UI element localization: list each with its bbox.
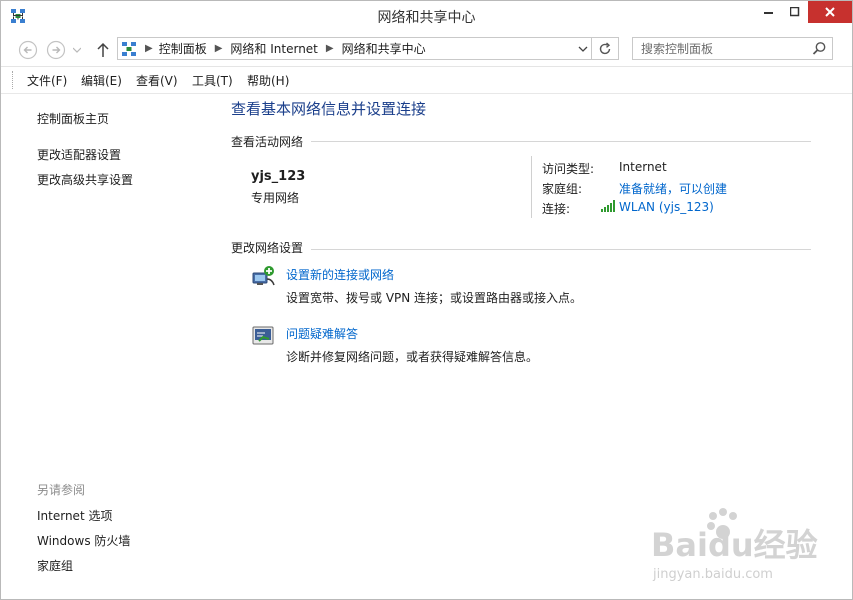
page-title: 查看基本网络信息并设置连接: [231, 100, 427, 118]
chevron-down-icon: [73, 47, 81, 53]
search-icon[interactable]: [812, 41, 827, 56]
network-name: yjs_123: [251, 169, 306, 184]
left-navigation-pane: 控制面板主页 更改适配器设置 更改高级共享设置 另请参阅 Internet 选项…: [1, 94, 219, 599]
address-row: ▶ 控制面板 ▶ 网络和 Internet ▶ 网络和共享中心: [1, 32, 852, 67]
change-network-settings-heading: 更改网络设置: [231, 241, 304, 255]
access-type-label: 访问类型:: [542, 162, 595, 176]
back-button[interactable]: [17, 39, 39, 61]
homegroup-link[interactable]: 家庭组: [37, 557, 73, 574]
minimize-icon: [764, 12, 773, 14]
wlan-connection-link[interactable]: WLAN (yjs_123): [619, 200, 714, 214]
see-also-heading: 另请参阅: [37, 483, 86, 497]
maximize-button[interactable]: [782, 1, 808, 23]
minimize-button[interactable]: [756, 1, 782, 23]
search-box[interactable]: [632, 37, 833, 60]
setup-new-connection-link[interactable]: 设置新的连接或网络: [286, 266, 394, 283]
search-input[interactable]: [633, 38, 811, 59]
refresh-button[interactable]: [591, 38, 618, 59]
maximize-icon: [790, 7, 800, 17]
menu-file[interactable]: 文件(F): [27, 72, 67, 89]
wifi-signal-icon: [601, 200, 615, 212]
troubleshoot-icon[interactable]: [251, 324, 277, 348]
section-divider: [311, 249, 811, 250]
network-type: 专用网络: [251, 191, 300, 205]
menu-help[interactable]: 帮助(H): [247, 72, 289, 89]
breadcrumb-control-panel[interactable]: 控制面板: [159, 40, 207, 57]
homegroup-label: 家庭组:: [542, 182, 583, 196]
watermark-brand: Baidu经验: [651, 526, 818, 564]
troubleshoot-problems-link[interactable]: 问题疑难解答: [286, 325, 358, 342]
close-icon: [825, 7, 835, 17]
change-advanced-sharing-link[interactable]: 更改高级共享设置: [37, 171, 133, 188]
troubleshoot-problems-description: 诊断并修复网络问题，或者获得疑难解答信息。: [286, 350, 539, 364]
active-networks-heading: 查看活动网络: [231, 135, 304, 149]
internet-options-link[interactable]: Internet 选项: [37, 507, 112, 524]
section-divider: [311, 141, 811, 142]
menu-bar: 文件(F) 编辑(E) 查看(V) 工具(T) 帮助(H): [1, 67, 852, 94]
baidu-jingyan-watermark: Baidu经验 jingyan.baidu.com: [651, 508, 818, 582]
address-bar[interactable]: ▶ 控制面板 ▶ 网络和 Internet ▶ 网络和共享中心: [117, 37, 619, 60]
access-type-value: Internet: [619, 160, 667, 174]
title-bar: 网络和共享中心: [1, 1, 852, 33]
recent-locations-button[interactable]: [70, 39, 84, 61]
address-dropdown-button[interactable]: [576, 41, 590, 57]
breadcrumb-separator-icon[interactable]: ▶: [145, 43, 153, 54]
control-panel-icon: [122, 41, 136, 56]
menu-grip: [12, 71, 16, 89]
breadcrumb-network-sharing-center[interactable]: 网络和共享中心: [342, 40, 426, 57]
new-connection-icon[interactable]: [251, 265, 277, 289]
network-sharing-center-window: 网络和共享中心 ▶ 控制面板 ▶ 网络和 Internet ▶ 网络和共享中心 …: [0, 0, 853, 600]
breadcrumb-network-internet[interactable]: 网络和 Internet: [230, 40, 317, 57]
menu-tools[interactable]: 工具(T): [192, 72, 233, 89]
setup-new-connection-description: 设置宽带、拨号或 VPN 连接；或设置路由器或接入点。: [286, 291, 583, 305]
menu-view[interactable]: 查看(V): [136, 72, 178, 89]
back-arrow-icon: [18, 40, 38, 60]
window-title: 网络和共享中心: [377, 10, 476, 26]
chevron-down-icon: [578, 46, 588, 52]
breadcrumb-separator-icon[interactable]: ▶: [215, 43, 223, 54]
menu-edit[interactable]: 编辑(E): [81, 72, 122, 89]
forward-arrow-icon: [46, 40, 66, 60]
network-info-divider: [531, 156, 532, 218]
connection-label: 连接:: [542, 202, 571, 216]
windows-firewall-link[interactable]: Windows 防火墙: [37, 532, 130, 549]
close-button[interactable]: [808, 1, 852, 23]
change-adapter-settings-link[interactable]: 更改适配器设置: [37, 146, 121, 163]
forward-button[interactable]: [45, 39, 67, 61]
up-button[interactable]: [92, 39, 114, 61]
breadcrumb-separator-icon[interactable]: ▶: [326, 43, 334, 54]
control-panel-home-link[interactable]: 控制面板主页: [37, 110, 109, 127]
homegroup-status-link[interactable]: 准备就绪，可以创建: [619, 180, 727, 197]
watermark-url: jingyan.baidu.com: [652, 567, 773, 582]
refresh-icon: [599, 41, 611, 54]
up-arrow-icon: [97, 42, 109, 57]
